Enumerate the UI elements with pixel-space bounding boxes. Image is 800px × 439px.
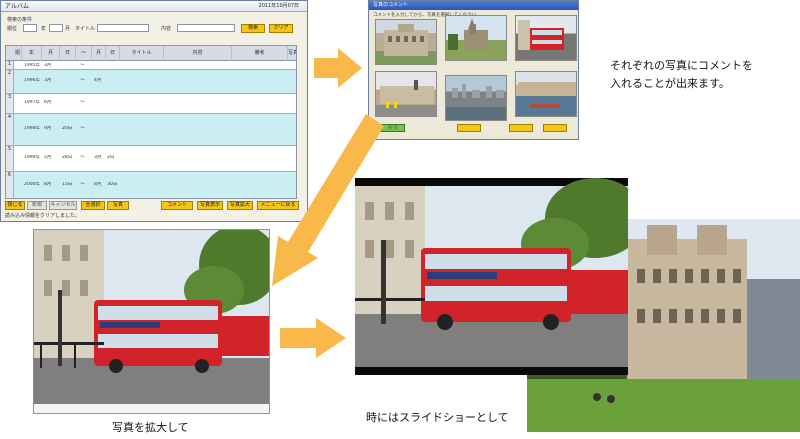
col-month2: 月 [92, 46, 106, 61]
col-tilde: 〜 [76, 46, 92, 61]
album-window-title: アルバム [5, 3, 29, 10]
album-table: 順位 年 月 日 〜 月 日 タイトル 内容 備考 写真 1 1995年 3月 … [5, 45, 297, 199]
close-comment-button[interactable] [543, 124, 567, 132]
col-note: 備考 [232, 46, 288, 61]
photo-london-bus-large-icon [355, 178, 645, 375]
col-content: 内容 [164, 46, 232, 61]
photo-church-icon [448, 18, 488, 50]
caption-comment: それぞれの写真にコメントを 入れることが出来ます。 [610, 59, 753, 90]
thumbnail-bus[interactable] [515, 15, 577, 61]
select-all-button[interactable]: 全選択 [81, 201, 105, 210]
photo-building-icon [384, 24, 428, 56]
search-label-title: タイトル [75, 26, 96, 32]
col-year: 年 [22, 46, 42, 61]
col-photo: 写真 [288, 50, 296, 56]
clear-button[interactable]: クリア [269, 24, 293, 33]
table-row[interactable]: 4 1998年 9月 20日 〜 [6, 114, 296, 146]
table-row[interactable]: 3 1997年 6月 〜 [6, 94, 296, 114]
table-row[interactable]: 6 2000年 8月 15日 〜 8月 30日 [6, 172, 296, 198]
album-window-date: 2011年10月07日 [258, 3, 299, 9]
table-row[interactable]: 5 1999年 2月 28日 〜 3月 2日 [6, 146, 296, 172]
close-button[interactable]: 閉じる [5, 201, 25, 210]
photo-city-icon [452, 84, 504, 98]
photo-bus-icon [518, 20, 564, 50]
album-window-titlebar: アルバム 2011年10月07日 [1, 1, 307, 12]
new-button[interactable]: 新規 [27, 201, 47, 210]
search-caption: 検索の条件 [7, 17, 33, 23]
prev-page-button[interactable] [457, 124, 481, 132]
col-title: タイトル [120, 46, 164, 61]
arrow-right-icon [280, 318, 346, 358]
col-day: 日 [60, 46, 76, 61]
photo-zoom-button[interactable]: 写真拡大 [227, 201, 253, 210]
caption-slideshow: 時にはスライドショーとして [366, 411, 509, 424]
slideshow-bus [355, 178, 645, 375]
search-label-year: 年 [41, 26, 47, 32]
status-bar: 読み込み情報をクリアしました。 [5, 213, 81, 219]
photo-london-bus-icon [34, 230, 269, 413]
comment-window-title: 写真のコメント [369, 1, 578, 10]
thumbnail-cityview[interactable] [445, 75, 507, 121]
comment-button[interactable]: コメント [161, 201, 193, 210]
table-row[interactable]: 1 1995年 3月 〜 [6, 61, 296, 70]
table-row[interactable]: 2 1996年 3月 〜 4月 [6, 70, 296, 94]
comment-window: 写真のコメント コメントを入力してから、写真を選択してください 戻る [368, 0, 579, 140]
search-rank-field[interactable] [23, 24, 37, 32]
table-header: 順位 年 月 日 〜 月 日 タイトル 内容 備考 写真 [6, 46, 296, 71]
album-window: アルバム 2011年10月07日 検索の条件 順位 年 月 タイトル 内容 検索… [0, 0, 308, 222]
thumbnail-river[interactable] [515, 71, 577, 117]
search-label-content: 内容 [161, 26, 172, 32]
search-content-field[interactable] [177, 24, 235, 32]
arrow-right-icon [314, 48, 362, 88]
photo-palace-icon [380, 80, 434, 108]
search-label-rank: 順位 [7, 26, 18, 32]
thumbnail-palace[interactable] [375, 71, 437, 117]
photo-view-button[interactable]: 写真表示 [197, 201, 223, 210]
thumbnail-church[interactable] [445, 15, 507, 61]
search-label-month: 月 [65, 26, 71, 32]
search-button[interactable]: 検索 [241, 24, 265, 33]
photo-button[interactable]: 写真 [107, 201, 129, 210]
cancel-button[interactable]: キャンセル [49, 201, 77, 210]
col-day2: 日 [106, 46, 120, 61]
zoom-window [33, 229, 270, 414]
thumbnail-building[interactable] [375, 19, 437, 65]
caption-zoom: 写真を拡大して [112, 421, 189, 434]
search-title-field[interactable] [97, 24, 149, 32]
photo-river-icon [518, 82, 576, 108]
next-page-button[interactable] [509, 124, 533, 132]
search-year-field[interactable] [49, 24, 63, 32]
col-rank: 順位 [14, 46, 22, 71]
col-month: 月 [42, 46, 60, 61]
